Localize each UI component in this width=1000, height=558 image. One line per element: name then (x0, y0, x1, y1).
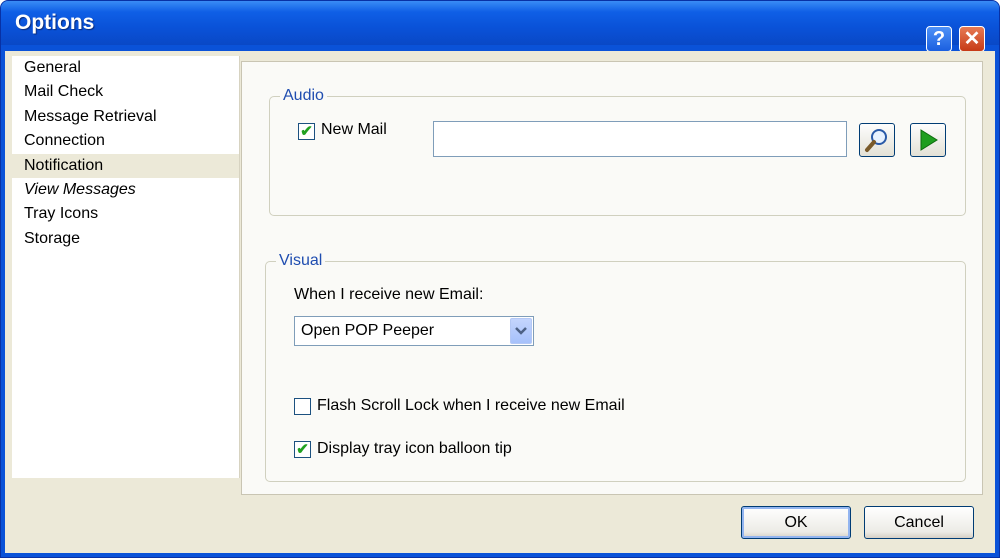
magnifier-icon (865, 129, 887, 152)
options-window: Options ? ✕ General Mail Check Message Ret… (0, 0, 1000, 558)
check-icon: ✔ (296, 441, 309, 458)
nav-item-tray-icons[interactable]: Tray Icons (12, 202, 239, 226)
new-email-action-select[interactable]: Open POP Peeper (294, 316, 534, 346)
window-title: Options (15, 11, 95, 34)
help-icon: ? (932, 28, 946, 50)
browse-sound-button[interactable] (859, 123, 895, 157)
balloon-tip-checkbox[interactable]: ✔ (294, 441, 311, 458)
nav-item-notification[interactable]: Notification (12, 153, 239, 178)
chevron-down-icon (515, 327, 527, 335)
play-icon (920, 129, 938, 151)
nav-item-storage[interactable]: Storage (12, 227, 239, 251)
notification-panel: Audio ✔ New Mail Visual When I receive n… (241, 61, 983, 495)
nav-item-connection[interactable]: Connection (12, 129, 239, 153)
nav-item-mail-check[interactable]: Mail Check (12, 80, 239, 104)
play-sound-button[interactable] (910, 123, 946, 157)
dropdown-arrow-button[interactable] (510, 318, 532, 344)
flash-scroll-lock-checkbox[interactable] (294, 398, 311, 415)
visual-legend: Visual (279, 252, 323, 269)
audio-group: Audio ✔ New Mail (269, 87, 966, 216)
nav-item-general[interactable]: General (12, 56, 239, 80)
flash-scroll-lock-label: Flash Scroll Lock when I receive new Ema… (317, 397, 625, 414)
new-email-action-value: Open POP Peeper (301, 322, 435, 339)
close-icon: ✕ (963, 28, 981, 50)
visual-group: Visual When I receive new Email: Open PO… (265, 252, 966, 482)
options-category-list[interactable]: General Mail Check Message Retrieval Connec… (12, 56, 240, 478)
new-mail-label: New Mail (321, 121, 387, 138)
nav-item-message-retrieval[interactable]: Message Retrieval (12, 105, 239, 129)
dialog-client-area: General Mail Check Message Retrieval Connec… (5, 51, 995, 553)
close-button[interactable]: ✕ (959, 26, 985, 52)
when-receive-label: When I receive new Email: (294, 286, 484, 303)
sound-file-input[interactable] (433, 121, 847, 157)
balloon-tip-label: Display tray icon balloon tip (317, 440, 512, 457)
check-icon: ✔ (300, 123, 313, 140)
ok-button[interactable]: OK (741, 506, 851, 539)
cancel-button[interactable]: Cancel (864, 506, 974, 539)
nav-item-view-messages[interactable]: View Messages (12, 178, 239, 202)
audio-legend: Audio (283, 87, 324, 104)
help-button[interactable]: ? (926, 26, 952, 52)
title-bar[interactable]: Options ? ✕ (1, 1, 999, 52)
new-mail-checkbox[interactable]: ✔ (298, 123, 315, 140)
